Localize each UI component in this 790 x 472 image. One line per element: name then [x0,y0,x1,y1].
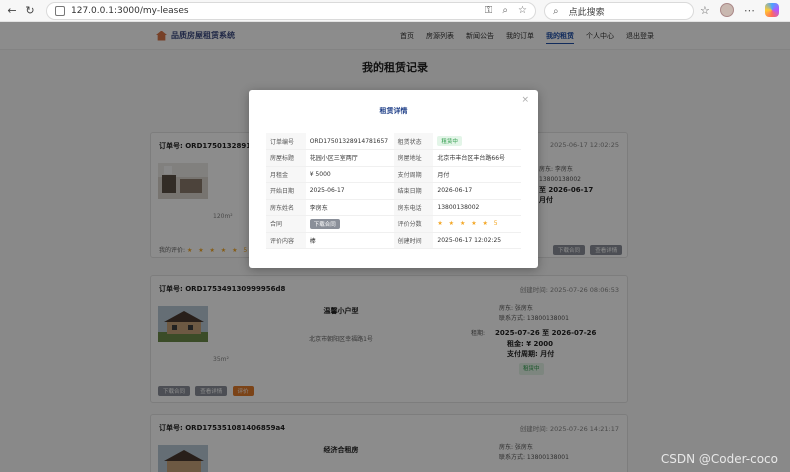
end-date-label: 结束日期 [393,182,434,200]
house-address-label: 房屋地址 [393,149,434,167]
address-bar[interactable]: 127.0.0.1:3000/my-leases ⚿ ⌕ ☆ [46,2,536,20]
detail-row: 房东姓名 李房东 房东电话 13800138002 [266,199,521,216]
detail-row: 房屋标题 花园小区三室两厅 房屋地址 北京市丰台区丰台路66号 [266,149,521,167]
detail-row: 评价内容 棒 创建时间 2025-06-17 12:02:25 [266,232,521,249]
pay-cycle-label: 支付周期 [393,166,434,183]
watermark-text: CSDN @Coder-coco [660,452,778,466]
pay-cycle-value: 月付 [433,166,521,183]
landlord-name-value: 李房东 [305,199,394,216]
search-icon: ⌕ [553,5,559,17]
review-content-label: 评价内容 [266,232,306,249]
lease-status-label: 租赁状态 [393,133,434,150]
favorites-icon[interactable]: ☆ [700,4,710,17]
rent-value: ¥ 5000 [305,166,394,183]
back-icon[interactable]: ← [3,2,21,20]
modal-title: 租赁详情 [379,107,408,115]
house-address-value: 北京市丰台区丰台路66号 [433,149,521,167]
rating-stars: ★ ★ ★ ★ ★ 5 [437,220,500,228]
end-date-value: 2026-06-17 [433,182,521,200]
download-contract-button[interactable]: 下载合同 [309,218,340,229]
lease-status-badge: 租赁中 [437,136,462,146]
landlord-name-label: 房东姓名 [266,199,306,216]
house-title-label: 房屋标题 [266,149,306,167]
favorite-star-icon[interactable]: ☆ [518,5,527,16]
url-text: 127.0.0.1:3000/my-leases [71,6,189,16]
key-icon[interactable]: ⚿ [485,5,493,16]
detail-table: 订单编号 ORD17501328914781657 租赁状态 租赁中 房屋标题 … [266,133,521,249]
order-id-value: ORD17501328914781657 [305,133,394,150]
detail-row: 订单编号 ORD17501328914781657 租赁状态 租赁中 [266,133,521,150]
landlord-phone-label: 房东电话 [393,199,434,216]
created-time-label: 创建时间 [393,232,434,249]
lease-detail-modal: 租赁详情 × 订单编号 ORD17501328914781657 租赁状态 租赁… [249,90,538,268]
review-content-value: 棒 [305,232,394,249]
browser-toolbar: ← ↻ 127.0.0.1:3000/my-leases ⚿ ⌕ ☆ ⌕ 点此搜… [0,0,790,22]
contract-label: 合同 [266,215,306,233]
more-icon[interactable]: ⋯ [744,4,755,17]
order-id-label: 订单编号 [266,133,306,150]
created-time-value: 2025-06-17 12:02:25 [433,232,521,249]
close-icon[interactable]: × [521,95,529,105]
detail-row: 月租金 ¥ 5000 支付周期 月付 [266,166,521,183]
reload-icon[interactable]: ↻ [21,2,39,20]
start-date-value: 2025-06-17 [305,182,394,200]
search-input[interactable]: ⌕ 点此搜索 [544,2,694,20]
detail-row: 开始日期 2025-06-17 结束日期 2026-06-17 [266,182,521,200]
search-placeholder: 点此搜索 [568,7,605,18]
zoom-icon[interactable]: ⌕ [502,5,508,16]
rating-label: 评价分数 [393,215,434,233]
profile-avatar[interactable] [719,3,734,17]
house-title-value: 花园小区三室两厅 [305,149,394,167]
landlord-phone-value: 13800138002 [433,199,521,216]
detail-row: 合同 下载合同 评价分数 ★ ★ ★ ★ ★ 5 [266,215,521,233]
copilot-icon[interactable] [764,3,779,17]
info-icon[interactable] [55,6,65,16]
start-date-label: 开始日期 [266,182,306,200]
rent-label: 月租金 [266,166,306,183]
